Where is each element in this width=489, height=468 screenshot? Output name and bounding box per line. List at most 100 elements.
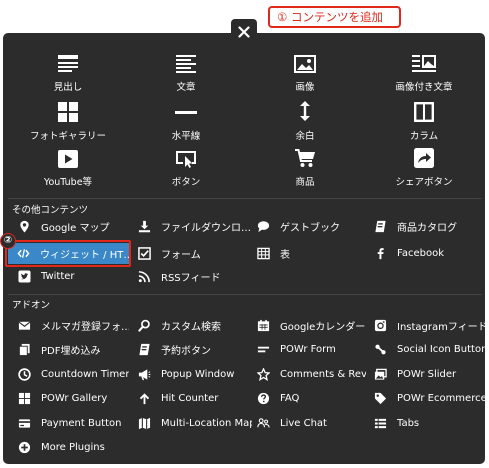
tile-heading[interactable]: 見出し (8, 51, 128, 93)
section-divider (8, 294, 482, 295)
tile-photo-gallery[interactable]: フォトギャラリー (8, 100, 128, 142)
tile-label: 画像 (295, 82, 315, 93)
item-form[interactable]: フォーム (137, 245, 252, 262)
item-payment-button[interactable]: Payment Button (17, 415, 129, 432)
tile-image[interactable]: 画像 (245, 51, 365, 93)
item-label: Countdown Timer (41, 369, 129, 380)
map-pin-icon (19, 220, 29, 233)
item-label: PDF埋め込み (41, 346, 101, 357)
search-icon (137, 319, 150, 332)
table-icon (256, 247, 270, 260)
chat-bubble-icon (257, 221, 269, 233)
horizontal-line-icon (175, 111, 197, 114)
item-instagram-feed[interactable]: Instagramフィード (373, 317, 485, 334)
cart-icon (295, 149, 315, 167)
item-label: FAQ (280, 393, 300, 404)
item-label: 予約ボタン (161, 346, 211, 357)
live-chat-icon (256, 418, 270, 428)
section-label-addon: アドオン (12, 300, 51, 311)
tile-button[interactable]: ボタン (126, 146, 246, 188)
item-label: ファイルダウンロ… (161, 223, 251, 234)
item-label: Hit Counter (161, 393, 219, 404)
tile-image-text[interactable]: 画像付き文章 (364, 51, 484, 93)
item-label: Googleカレンダー (280, 322, 366, 333)
megaphone-icon (138, 369, 150, 381)
image-text-icon (412, 55, 436, 72)
item-table[interactable]: 表 (256, 245, 366, 262)
item-hit-counter[interactable]: Hit Counter (137, 390, 252, 407)
item-file-download[interactable]: ファイルダウンロ… (137, 218, 252, 235)
tile-product[interactable]: 商品 (245, 146, 365, 188)
item-label: Google マップ (41, 223, 110, 234)
item-newsletter-form[interactable]: メルマガ登録フォ… (17, 317, 129, 334)
tile-columns[interactable]: カラム (364, 100, 484, 142)
item-label: POWr Slider (397, 369, 457, 380)
checkbox-form-icon (137, 247, 151, 260)
plus-circle-icon (18, 441, 30, 454)
rss-icon (138, 271, 150, 283)
heading-icon (58, 55, 78, 72)
close-button[interactable] (231, 19, 257, 45)
item-label: Social Icon Buttons (397, 344, 485, 355)
credit-card-icon (18, 419, 30, 428)
slider-icon (374, 368, 387, 380)
item-label: Live Chat (280, 418, 327, 429)
item-label: Multi-Location Map (161, 418, 252, 429)
item-facebook[interactable]: Facebook (373, 245, 483, 262)
item-label: Popup Window (161, 369, 235, 380)
item-label: Facebook (397, 248, 444, 259)
facebook-icon (377, 248, 384, 260)
item-live-chat[interactable]: Live Chat (256, 415, 366, 432)
callout-step-two: ② (0, 233, 16, 249)
item-guestbook[interactable]: ゲストブック (256, 218, 366, 235)
item-rss[interactable]: RSSフィード (137, 268, 252, 285)
tile-label: フォトギャラリー (29, 131, 106, 142)
item-google-calendar[interactable]: Googleカレンダー (256, 317, 366, 334)
item-product-catalog[interactable]: 商品カタログ (373, 218, 483, 235)
tile-youtube[interactable]: YouTube等 (8, 146, 128, 188)
tile-label: ボタン (171, 177, 201, 188)
tile-label: カラム (409, 131, 439, 142)
tile-share[interactable]: シェアボタン (364, 146, 484, 188)
close-icon (238, 26, 250, 38)
item-booking-button[interactable]: 予約ボタン (137, 341, 252, 358)
item-label: ゲストブック (280, 223, 340, 234)
tile-spacing[interactable]: 余白 (245, 100, 365, 142)
item-multi-location-map[interactable]: Multi-Location Map (137, 415, 252, 432)
item-twitter[interactable]: Twitter (17, 268, 127, 285)
mail-icon (18, 321, 30, 330)
item-pdf-embed[interactable]: PDF埋め込み (17, 341, 129, 358)
item-faq[interactable]: FAQ (256, 390, 366, 407)
item-label: Instagramフィード (397, 322, 485, 333)
item-countdown-timer[interactable]: Countdown Timer (17, 366, 129, 383)
star-icon (256, 368, 270, 381)
clock-icon (17, 368, 31, 381)
item-label: More Plugins (41, 442, 105, 453)
item-powr-form[interactable]: POWr Form (256, 341, 366, 358)
social-link-icon (374, 344, 386, 355)
tile-text[interactable]: 文章 (126, 51, 246, 93)
item-powr-slider[interactable]: POWr Slider (373, 366, 485, 383)
gallery-grid-icon (18, 392, 30, 405)
item-custom-search[interactable]: カスタム検索 (137, 317, 252, 334)
item-label: POWr Ecommerce (397, 393, 485, 404)
item-label: 表 (280, 250, 290, 261)
multi-map-icon (138, 417, 150, 430)
tile-label: シェアボタン (395, 177, 453, 188)
item-popup-window[interactable]: Popup Window (137, 366, 252, 383)
item-powr-ecommerce[interactable]: POWr Ecommerce (373, 390, 485, 407)
columns-icon (414, 102, 434, 122)
item-label: メルマガ登録フォ… (41, 322, 129, 333)
item-social-icon-buttons[interactable]: Social Icon Buttons (373, 341, 485, 358)
section-label-other: その他コンテンツ (12, 205, 89, 216)
tile-horizontal-line[interactable]: 水平線 (126, 100, 246, 142)
item-tabs[interactable]: Tabs (373, 415, 485, 432)
arrow-up-icon (139, 393, 149, 405)
item-google-map[interactable]: Google マップ (17, 218, 127, 235)
item-label: Tabs (397, 418, 420, 429)
item-powr-gallery[interactable]: POWr Gallery (17, 390, 129, 407)
item-more-plugins[interactable]: More Plugins (17, 439, 129, 456)
spacing-icon (300, 101, 310, 121)
item-comments-reviews[interactable]: Comments & Revi… (256, 366, 366, 383)
button-icon (176, 151, 196, 168)
